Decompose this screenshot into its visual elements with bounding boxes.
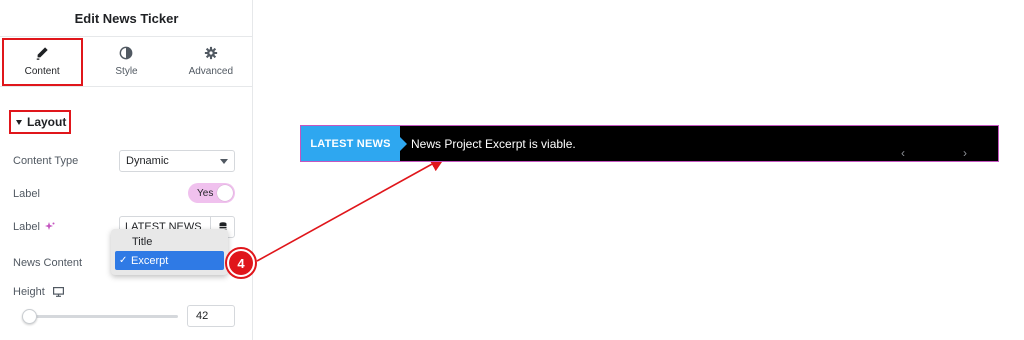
ai-sparkle-icon[interactable] [44, 222, 55, 232]
height-number-input[interactable]: 42 [187, 305, 235, 327]
desktop-icon[interactable] [52, 287, 64, 297]
checkmark-icon: ✓ [119, 255, 128, 266]
ticker-label: LATEST NEWS [301, 126, 407, 161]
tab-content-label: Content [24, 66, 60, 77]
ticker-prev-icon[interactable]: ‹ [901, 147, 905, 159]
news-content-dropdown: Title ✓ Excerpt [111, 229, 228, 275]
caret-down-icon [16, 119, 22, 125]
toggle-value: Yes [197, 187, 214, 199]
editor-panel: Edit News Ticker Content Style Advanced … [0, 0, 253, 340]
ticker-headline[interactable]: News Project Excerpt is viable. [411, 137, 576, 151]
height-slider-handle[interactable] [22, 309, 37, 324]
tab-advanced-label: Advanced [188, 66, 234, 77]
step-number: 4 [229, 251, 253, 275]
content-type-select[interactable]: Dynamic [119, 150, 235, 172]
panel-title: Edit News Ticker [0, 0, 253, 37]
panel-tabs: Content Style Advanced [0, 37, 253, 87]
height-label: Height [13, 286, 45, 298]
dropdown-option-label: Excerpt [131, 254, 169, 267]
tab-style-label: Style [115, 66, 138, 77]
news-ticker-preview: LATEST NEWS News Project Excerpt is viab… [300, 125, 999, 162]
label-toggle[interactable]: Yes [188, 183, 235, 203]
section-toggle-layout[interactable]: Layout [9, 110, 71, 134]
tab-content[interactable]: Content [0, 37, 84, 86]
height-row: Height [13, 286, 64, 298]
news-content-label: News Content [13, 257, 83, 269]
label-toggle-label: Label [13, 188, 40, 200]
tab-advanced[interactable]: Advanced [169, 37, 253, 86]
toggle-knob [217, 185, 233, 201]
dropdown-option-title[interactable]: Title [115, 232, 224, 251]
gear-icon [204, 46, 217, 60]
tab-style[interactable]: Style [84, 37, 168, 86]
height-value: 42 [196, 310, 209, 322]
contrast-icon [120, 46, 133, 60]
section-title: Layout [27, 115, 67, 129]
ticker-next-icon[interactable]: › [963, 147, 967, 159]
pencil-icon [36, 47, 48, 60]
content-type-value: Dynamic [126, 155, 169, 167]
dropdown-option-label: Title [132, 235, 153, 248]
chevron-down-icon [220, 158, 228, 164]
height-slider-track[interactable] [27, 315, 178, 318]
content-type-label: Content Type [13, 155, 79, 167]
label-text-label: Label [13, 221, 40, 233]
step-marker: 4 [225, 247, 257, 279]
dropdown-option-excerpt[interactable]: ✓ Excerpt [115, 251, 224, 270]
label-text-row: Label [13, 221, 55, 233]
